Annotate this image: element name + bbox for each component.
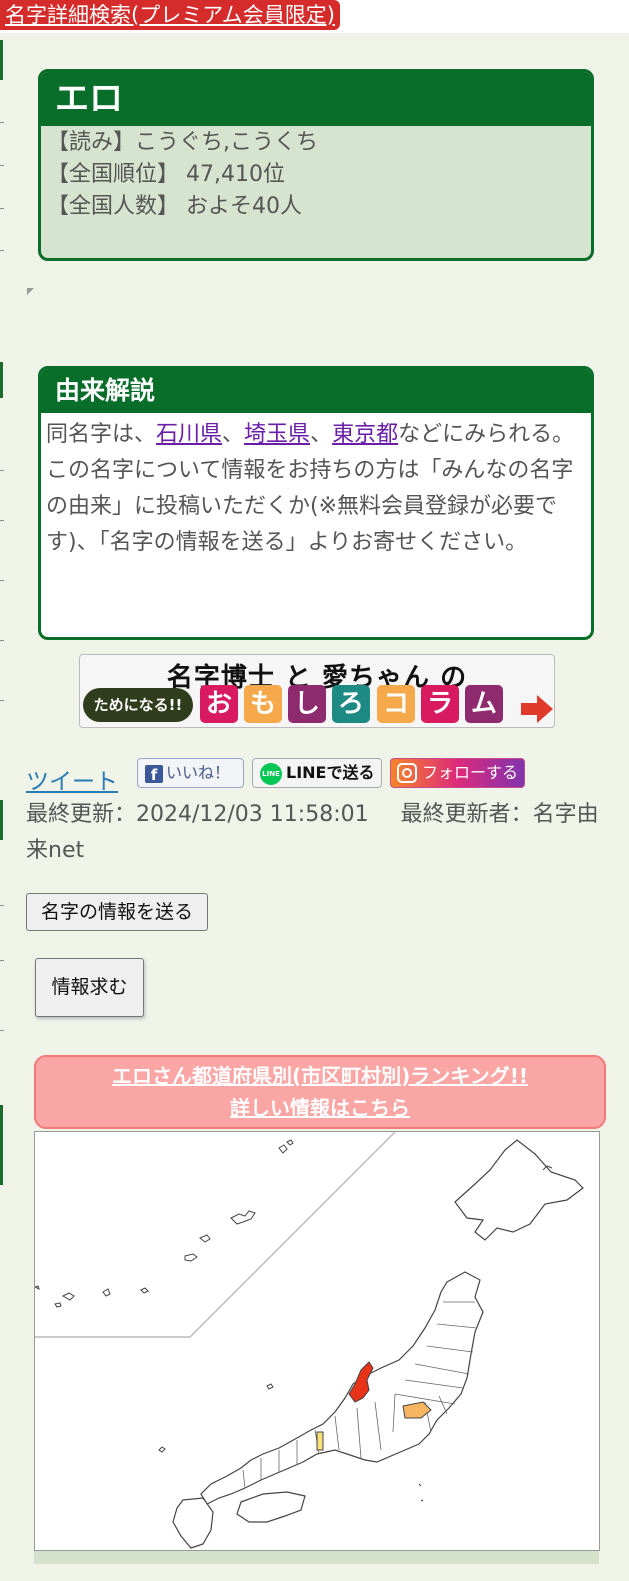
arrow-right-icon [521,695,553,723]
edge-tick [0,470,4,471]
left-edge-bar [0,1105,3,1185]
request-info-button[interactable]: 情報求む [35,958,144,1017]
instagram-icon [397,762,417,783]
shikoku [236,1491,306,1523]
japan-map-svg [33,1131,584,1549]
map-footer-bar [34,1551,599,1564]
population-line: 【全国人数】 およそ40人 [47,194,302,219]
inset-divider [35,1131,396,1338]
line-share-button[interactable]: LINE LINEで送る [252,758,382,788]
tweet-link[interactable]: ツイート [26,762,118,796]
hokkaido [454,1139,584,1241]
name-summary-box: エロ 【読み】こうぐち,こうくち 【全国順位】 47,410位 【全国人数】 お… [38,69,594,261]
line-share-label: LINEで送る [286,763,375,782]
corner-mark-icon [27,288,34,295]
place-link-saitama[interactable]: 埼玉県 [244,422,310,447]
surname-title: エロ [41,72,591,126]
edge-tick [0,960,4,961]
reading-line: 【読み】こうぐち,こうくち [47,130,318,155]
advanced-search-link[interactable]: 名字詳細検索(プレミアム会員限定) [0,0,340,30]
origin-text-before: 同名字は、 [46,422,157,447]
edge-tick [0,208,4,209]
instagram-follow-label: フォローする [422,763,519,782]
last-updated: 最終更新：2024/12/03 11:58:01 [26,802,369,827]
kyushu [172,1497,214,1549]
prefecture-shiga[interactable] [316,1431,324,1451]
ranking-link[interactable]: エロさん都道府県別(市区町村別)ランキング!! 詳しい情報はこちら [34,1055,606,1129]
banner-tile: ラ [421,685,459,723]
banner-tile: し [288,685,326,723]
honshu [200,1271,484,1505]
send-info-button[interactable]: 名字の情報を送る [26,893,208,931]
edge-tick [0,580,4,581]
origin-text-after: などにみられる。 [398,422,575,447]
left-edge-bar [0,40,3,80]
edge-tick [0,520,4,521]
origin-box: 由来解説 同名字は、石川県、埼玉県、東京都などにみられる。 この名字について情報… [38,366,594,640]
edge-tick [0,700,4,701]
okinawa-islands [33,1139,294,1308]
ranking-line-1: エロさん都道府県別(市区町村別)ランキング!! [112,1064,528,1088]
edge-tick [0,250,4,251]
banner-tile: コ [377,685,415,723]
origin-heading: 由来解説 [41,369,591,413]
banner-pill: ためになる!! [83,688,193,722]
banner-tile: ム [465,685,503,723]
origin-separator: 、 [310,422,333,447]
left-edge-bar [0,800,3,840]
banner-tile: ろ [332,685,370,723]
facebook-like-label: いいね！ [166,763,231,782]
japan-map[interactable] [33,1131,600,1551]
ranking-line-2: 詳しい情報はこちら [230,1096,410,1120]
facebook-icon: f [145,764,163,784]
left-edge-bar [0,362,3,398]
banner-tile: も [244,685,282,723]
rank-line: 【全国順位】 47,410位 [47,162,285,187]
edge-tick [0,905,4,906]
instagram-follow-button[interactable]: フォローする [390,758,525,788]
place-link-tokyo[interactable]: 東京都 [332,422,398,447]
edge-tick [0,165,4,166]
origin-separator: 、 [222,422,245,447]
edge-tick [0,122,4,123]
facebook-like-button[interactable]: f いいね！ [137,758,244,788]
origin-paragraph-2: この名字について情報をお持ちの方は「みんなの名字の由来」に投稿いただくか(※無料… [46,458,574,555]
line-icon: LINE [260,762,282,785]
place-link-ishikawa[interactable]: 石川県 [156,422,222,447]
origin-text: 同名字は、石川県、埼玉県、東京都などにみられる。 この名字について情報をお持ちの… [41,413,591,561]
column-banner[interactable]: 名字博士 と 愛ちゃん の ためになる!! お も し ろ コ ラ ム [79,654,555,728]
update-info: 最終更新：2024/12/03 11:58:01 最終更新者：名字由来net [26,797,611,869]
edge-tick [0,640,4,641]
edge-tick [0,1030,4,1031]
banner-tile: お [200,685,238,723]
